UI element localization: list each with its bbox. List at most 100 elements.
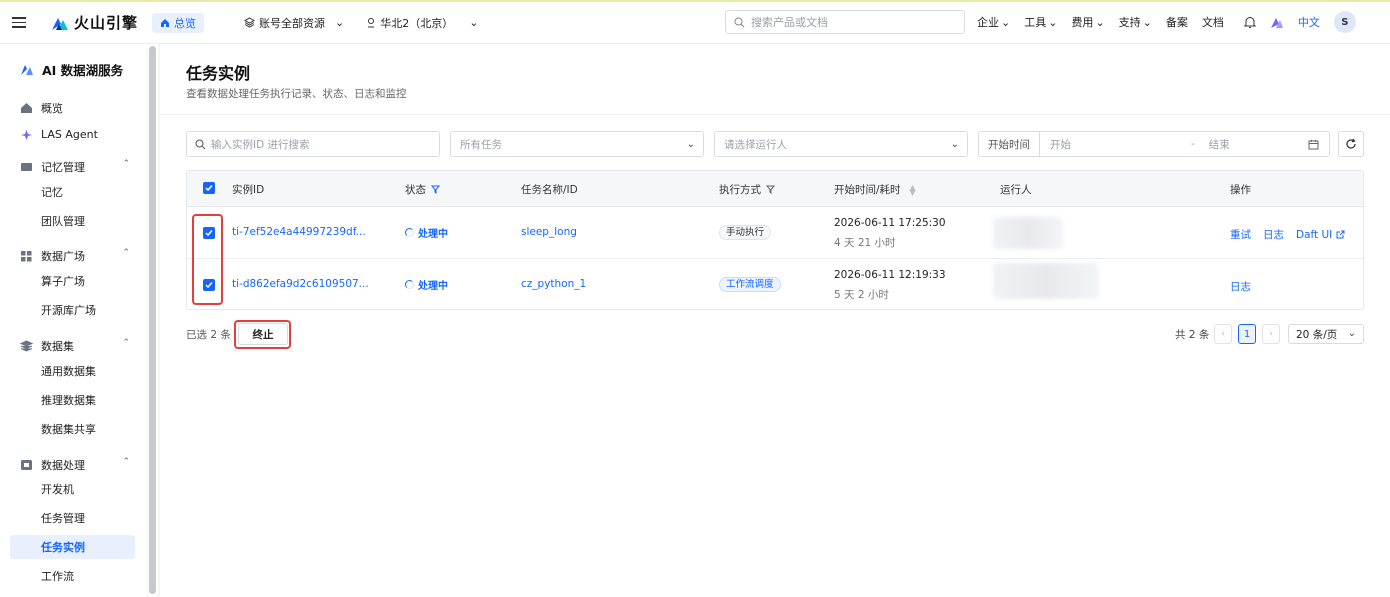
chevron-up-icon: ⌃ — [122, 457, 130, 467]
service-logo-icon — [21, 64, 33, 75]
nav-billing[interactable]: 费用 ⌄ — [1071, 14, 1104, 30]
global-search-placeholder: 搜索产品或文档 — [751, 16, 828, 29]
nav-support[interactable]: 支持 ⌄ — [1119, 14, 1152, 30]
duration-text: 5 天 2 小时 — [834, 289, 889, 301]
sidebar-group-memory[interactable]: 记忆管理 ⌃ — [20, 159, 130, 175]
page-1-button[interactable]: 1 — [1238, 324, 1256, 344]
sort-icon[interactable]: ▲ ▼ — [910, 183, 916, 196]
pagination: ‹ 1 › — [1214, 324, 1280, 344]
language-switch[interactable]: 中文 — [1298, 14, 1320, 30]
brand-logo[interactable]: 火山引擎 — [50, 12, 138, 33]
user-avatar[interactable]: S — [1333, 11, 1356, 33]
sidebar-item-operators[interactable]: 算子广场 — [10, 269, 135, 293]
instance-search-input[interactable]: 输入实例ID 进行搜索 — [186, 131, 440, 157]
prev-page-button[interactable]: ‹ — [1214, 324, 1232, 344]
nav-enterprise[interactable]: 企业 ⌄ — [977, 14, 1010, 30]
processing-icon — [21, 460, 32, 470]
runner-filter-placeholder: 请选择运行人 — [724, 138, 787, 151]
column-task-name: 任务名称/ID — [521, 182, 578, 197]
range-end-input[interactable]: 结束 — [1209, 137, 1230, 152]
runner-redacted — [993, 217, 1063, 249]
column-instance-id-label: 实例ID — [232, 184, 265, 196]
select-all-checkbox[interactable] — [203, 182, 215, 194]
exec-mode-text: 手动执行 — [719, 225, 772, 240]
runner-filter-select[interactable]: 请选择运行人 ⌄ — [714, 131, 968, 157]
range-start-input[interactable]: 开始 — [1050, 137, 1071, 152]
table-row: ti-d862efa9d2c6109507... 处理中 cz_python_1… — [187, 259, 1363, 311]
loading-spinner-icon — [405, 280, 414, 289]
sidebar-item-inference-dataset[interactable]: 推理数据集 — [10, 388, 135, 412]
daft-ui-link[interactable]: Daft UI — [1296, 227, 1345, 242]
chevron-up-icon: ⌃ — [122, 248, 130, 258]
start-time-text: 2026-06-11 17:25:30 — [834, 217, 946, 229]
column-actions: 操作 — [1230, 182, 1251, 197]
instance-id-link[interactable]: ti-7ef52e4a44997239df... — [232, 226, 366, 238]
ai-assistant-icon[interactable] — [1270, 15, 1284, 29]
task-filter-value: 所有任务 — [460, 138, 502, 151]
bell-icon[interactable] — [1243, 16, 1256, 29]
refresh-button[interactable] — [1338, 131, 1364, 157]
instance-search-placeholder: 输入实例ID 进行搜索 — [211, 138, 310, 151]
sidebar-item-task-instances[interactable]: 任务实例 — [10, 535, 135, 559]
duration-text: 4 天 21 小时 — [834, 237, 896, 249]
sparkle-icon — [21, 129, 32, 140]
chevron-down-icon: ⌄ — [335, 16, 345, 29]
column-exec-mode: 执行方式 — [719, 182, 775, 197]
home-icon — [21, 103, 32, 113]
region-select[interactable]: 华北2（北京） ⌄ — [366, 15, 478, 31]
page-title: 任务实例 — [186, 64, 251, 83]
log-link[interactable]: 日志 — [1263, 227, 1284, 242]
column-runner: 运行人 — [1000, 182, 1032, 197]
sidebar-item-dev-machine[interactable]: 开发机 — [10, 477, 135, 501]
refresh-icon — [1346, 138, 1356, 149]
task-name-link[interactable]: cz_python_1 — [521, 278, 586, 290]
sidebar-item-overview[interactable]: 概览 — [20, 100, 130, 116]
sidebar-item-dataset-sharing[interactable]: 数据集共享 — [10, 417, 135, 441]
chevron-down-icon: ⌄ — [1347, 328, 1356, 339]
sidebar-scrollbar-thumb[interactable] — [149, 46, 156, 594]
header-divider — [160, 114, 1390, 115]
global-search-input[interactable]: 搜索产品或文档 — [725, 10, 965, 34]
task-filter-select[interactable]: 所有任务 ⌄ — [450, 131, 704, 157]
start-time-cell: 2026-06-11 12:19:33 5 天 2 小时 — [834, 269, 946, 302]
page-size-select[interactable]: 20 条/页 ⌄ — [1288, 324, 1364, 344]
column-status-label: 状态 — [405, 184, 426, 196]
hamburger-menu-icon[interactable] — [12, 17, 26, 28]
nav-tools[interactable]: 工具 ⌄ — [1024, 14, 1057, 30]
start-time-cell: 2026-06-11 17:25:30 4 天 21 小时 — [834, 217, 946, 250]
instance-id-link[interactable]: ti-d862efa9d2c6109507... — [232, 278, 369, 290]
nav-docs[interactable]: 文档 — [1202, 14, 1224, 30]
sidebar-item-workflow[interactable]: 工作流 — [10, 564, 135, 588]
sidebar-group-processing[interactable]: 数据处理 ⌃ — [20, 457, 130, 473]
log-link[interactable]: 日志 — [1230, 279, 1251, 294]
sidebar-item-memory[interactable]: 记忆 — [10, 180, 135, 204]
sidebar-group-processing-label: 数据处理 — [41, 459, 85, 472]
filter-icon[interactable] — [766, 185, 775, 194]
task-name-link[interactable]: sleep_long — [521, 226, 577, 238]
top-nav: 企业 ⌄ 工具 ⌄ 费用 ⌄ 支持 ⌄ 备案 文档 中文 S — [977, 0, 1356, 44]
chevron-down-icon: ⌄ — [1001, 15, 1011, 29]
retry-link[interactable]: 重试 — [1230, 227, 1251, 242]
nav-support-label: 支持 — [1118, 16, 1141, 29]
sidebar-item-open-source[interactable]: 开源库广场 — [10, 298, 135, 322]
chevron-down-icon: ⌄ — [1095, 15, 1105, 29]
region-label: 华北2（北京） — [380, 16, 454, 30]
search-icon — [734, 17, 745, 27]
nav-filing[interactable]: 备案 — [1166, 14, 1188, 30]
sidebar-scrollbar[interactable] — [148, 44, 158, 597]
home-overview-button[interactable]: 总览 — [152, 12, 205, 33]
service-title-text: AI 数据湖服务 — [42, 63, 124, 78]
chevron-down-icon: ⌄ — [950, 138, 959, 150]
next-page-button[interactable]: › — [1262, 324, 1280, 344]
sidebar-item-general-dataset[interactable]: 通用数据集 — [10, 359, 135, 383]
start-time-range-picker[interactable]: 开始时间 开始 - 结束 — [978, 131, 1330, 157]
sidebar-group-market[interactable]: 数据广场 ⌃ — [20, 248, 130, 264]
filter-icon[interactable] — [431, 185, 440, 194]
sidebar-item-las-agent[interactable]: LAS Agent — [20, 128, 130, 141]
home-label: 总览 — [174, 16, 197, 30]
sidebar-item-team[interactable]: 团队管理 — [10, 209, 135, 233]
chevron-right-icon: › — [1269, 329, 1273, 339]
sidebar-item-task-management[interactable]: 任务管理 — [10, 506, 135, 530]
account-scope-select[interactable]: 账号全部资源 ⌄ — [244, 15, 344, 31]
sidebar-group-dataset[interactable]: 数据集 ⌃ — [20, 338, 130, 354]
